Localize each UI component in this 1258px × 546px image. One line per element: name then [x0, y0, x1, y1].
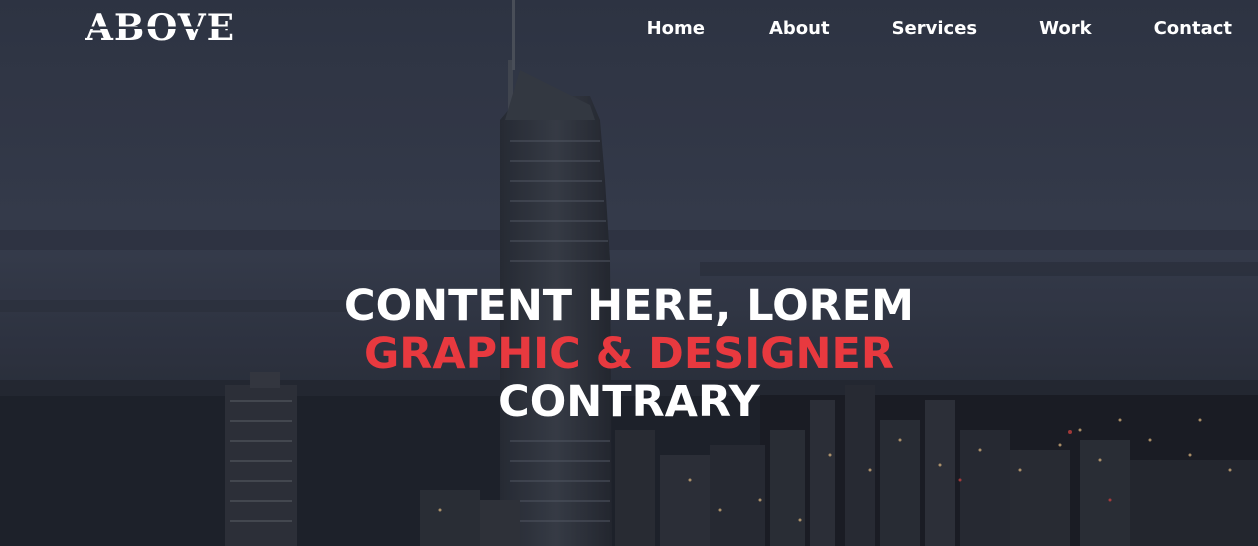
nav-item-home[interactable]: Home [647, 16, 705, 42]
nav-item-about[interactable]: About [769, 16, 830, 42]
hero-headline-line-3: CONTRARY [498, 377, 760, 427]
hero-headline-line-2-accent: GRAPHIC & DESIGNER [364, 329, 894, 379]
hero-dark-overlay [0, 0, 1258, 546]
hero-headline: CONTENT HERE, LOREM GRAPHIC & DESIGNER C… [0, 282, 1258, 426]
nav-item-contact[interactable]: Contact [1154, 16, 1232, 42]
hero-headline-line-1: CONTENT HERE, LOREM [344, 281, 914, 331]
site-logo[interactable]: ABOVE [85, 8, 235, 48]
nav-item-work[interactable]: Work [1039, 16, 1091, 42]
nav-item-services[interactable]: Services [892, 16, 978, 42]
logo-text: ABOVE [85, 7, 236, 49]
main-navigation: Home About Services Work Contact [647, 16, 1232, 42]
hero-section: ABOVE Home About Services Work Contact C… [0, 0, 1258, 546]
